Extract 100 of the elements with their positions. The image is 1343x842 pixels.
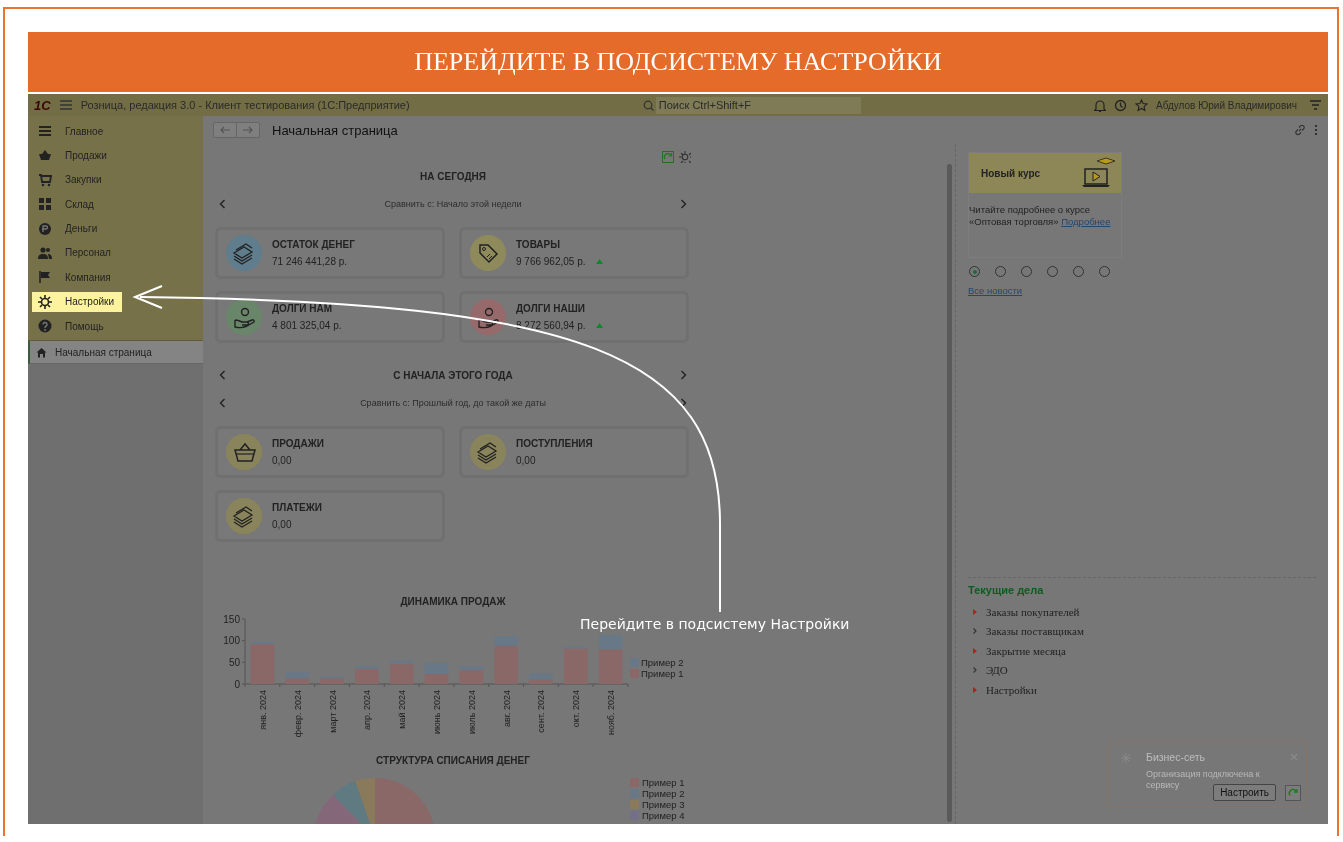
legend-label: Пример 2 [641, 657, 684, 668]
menu-icon[interactable] [58, 99, 73, 111]
chart-title: СТРУКТУРА СПИСАНИЯ ДЕНЕГ [375, 755, 531, 766]
search-field[interactable]: Поиск Ctrl+Shift+F [655, 96, 861, 114]
refresh-button[interactable] [1285, 785, 1301, 801]
link-icon[interactable] [1294, 124, 1306, 136]
app-title: Розница, редакция 3.0 - Клиент тестирования (1С:Предприятие) [80, 99, 410, 111]
more-icon[interactable] [1314, 124, 1318, 136]
page-title: Начальная страница [272, 122, 398, 138]
legend-label: Пример 2 [642, 788, 685, 799]
coin-icon [38, 221, 52, 236]
axis-tick-label: 100 [223, 635, 240, 647]
sidebar-item[interactable]: Закупки [32, 169, 110, 190]
card-value: 0,00 [516, 455, 536, 466]
task-item[interactable]: Заказы поставщикам [968, 621, 1316, 641]
history-icon[interactable] [1114, 98, 1128, 112]
category-label: апр. 2024 [362, 690, 373, 730]
refresh-icon[interactable] [662, 151, 674, 163]
category-label: янв. 2024 [257, 690, 268, 730]
notification-title: Бизнес-сеть [1146, 751, 1205, 763]
refresh-icon [1288, 788, 1298, 798]
section-heading: С НАЧАЛА ЭТОГО ГОДА [392, 369, 514, 381]
category-label: март 2024 [327, 690, 338, 733]
scrollbar[interactable] [947, 164, 952, 822]
bell-icon[interactable] [1094, 98, 1107, 112]
axis-tick-label: 0 [234, 678, 240, 690]
tutorial-header-bar: ПЕРЕЙДИТЕ В ПОДСИСТЕМУ НАСТРОЙКИ [28, 32, 1328, 92]
axis-tick-label: 150 [223, 613, 240, 625]
compare-period-label[interactable]: Сравнить с: Прошлый год, до такой же даты [226, 398, 680, 408]
indicator-card[interactable]: ПРОДАЖИ 0,00 [215, 426, 445, 478]
task-item[interactable]: ЭДО [968, 660, 1316, 680]
category-label: июль 2024 [466, 690, 477, 735]
grid-icon [38, 197, 52, 212]
indicator-card[interactable]: ПЛАТЕЖИ 0,00 [215, 490, 445, 542]
sidebar-item[interactable]: Деньги [32, 218, 106, 239]
news-card[interactable]: Новый курс Читайте подробнее о курсе «Оптовая торговля» Подробнее [968, 152, 1122, 258]
search-icon [642, 99, 654, 111]
chart-title: ДИНАМИКА ПРОДАЖ [399, 596, 507, 607]
instruction-text: Перейдите в подсистему Настройки [580, 616, 850, 632]
sidebar-item[interactable]: Настройки [32, 291, 123, 312]
app-logo: 1С [34, 97, 51, 113]
card-title: ПРОДАЖИ [272, 438, 324, 449]
card-value: 0,00 [272, 455, 292, 466]
banner-text: Новый курс [981, 167, 1041, 179]
sidebar-item[interactable]: Главное [32, 121, 112, 141]
all-news-link[interactable]: Все новости [968, 285, 1023, 296]
task-item[interactable]: Закрытие месяца [968, 641, 1316, 661]
legend-label: Пример 3 [642, 799, 685, 810]
configure-button[interactable]: Настроить [1213, 784, 1276, 801]
card-title: ОСТАТОК ДЕНЕГ [272, 239, 355, 250]
tasks-heading: Текущие дела [968, 584, 1045, 596]
bar [424, 674, 449, 684]
y-axis [241, 618, 246, 685]
card-value: 0,00 [272, 519, 292, 530]
task-item[interactable]: Заказы покупателей [968, 602, 1316, 622]
menu-icon[interactable] [1309, 99, 1322, 111]
bar [424, 662, 449, 675]
legend-label: Пример 1 [641, 668, 684, 679]
sidebar-item[interactable]: Компания [32, 267, 119, 288]
sidebar-item[interactable]: Склад [32, 194, 102, 215]
indicator-card[interactable]: ДОЛГИ НАМ 4 801 325,04 р. [215, 291, 445, 343]
sidebar-item[interactable]: Помощь [32, 316, 112, 337]
list-icon [38, 124, 52, 138]
card-title: ДОЛГИ НАМ [272, 303, 334, 314]
sidebar-item[interactable]: Персонал [32, 242, 119, 263]
category-label: июнь 2024 [432, 690, 442, 734]
details-link[interactable]: Подробнее [1061, 216, 1111, 227]
card-title: ПЛАТЕЖИ [272, 502, 322, 513]
card-title: ДОЛГИ НАШИ [516, 303, 586, 314]
star-icon[interactable] [1135, 98, 1149, 112]
card-value: 4 801 325,04 р. [272, 320, 342, 331]
category-label: авг. 2024 [501, 690, 512, 727]
home-icon [36, 346, 47, 358]
user-name[interactable]: Абдулов Юрий Владимирович [1156, 99, 1297, 111]
legend-label: Пример 4 [642, 810, 685, 821]
people-icon [38, 245, 52, 260]
category-label: нояб. 2024 [606, 690, 617, 736]
indicator-card[interactable]: ПОСТУПЛЕНИЯ 0,00 [459, 426, 689, 478]
card-value: 9 766 962,05 р. [516, 256, 586, 267]
card-value: 71 246 441,28 р. [272, 256, 348, 267]
basket-icon [38, 148, 52, 163]
news-text: Читайте подробнее о курсе «Оптовая торговля» Подробнее [969, 204, 1112, 228]
category-label: сент. 2024 [536, 690, 547, 733]
axis-tick-label: 50 [228, 656, 240, 668]
cart-icon [38, 172, 52, 187]
flag-icon [38, 270, 52, 285]
section-heading: НА СЕГОДНЯ [419, 170, 487, 182]
category-label: окт. 2024 [571, 690, 582, 728]
category-label: февр. 2024 [292, 690, 303, 738]
help-icon [38, 319, 52, 334]
compare-period-label[interactable]: Сравнить с: Начало этой недели [226, 199, 680, 209]
card-title: ТОВАРЫ [516, 239, 562, 250]
indicator-card[interactable]: ОСТАТОК ДЕНЕГ 71 246 441,28 р. [215, 227, 445, 279]
task-item[interactable]: Настройки [968, 680, 1316, 700]
card-title: ПОСТУПЛЕНИЯ [516, 438, 593, 449]
sidebar-item[interactable]: Продажи [32, 145, 115, 166]
legend-label: Пример 1 [642, 778, 685, 788]
open-page-tab[interactable]: Начальная страница [28, 341, 203, 365]
indicator-card[interactable]: ТОВАРЫ 9 766 962,05 р. [459, 227, 689, 279]
category-label: май 2024 [397, 690, 408, 729]
